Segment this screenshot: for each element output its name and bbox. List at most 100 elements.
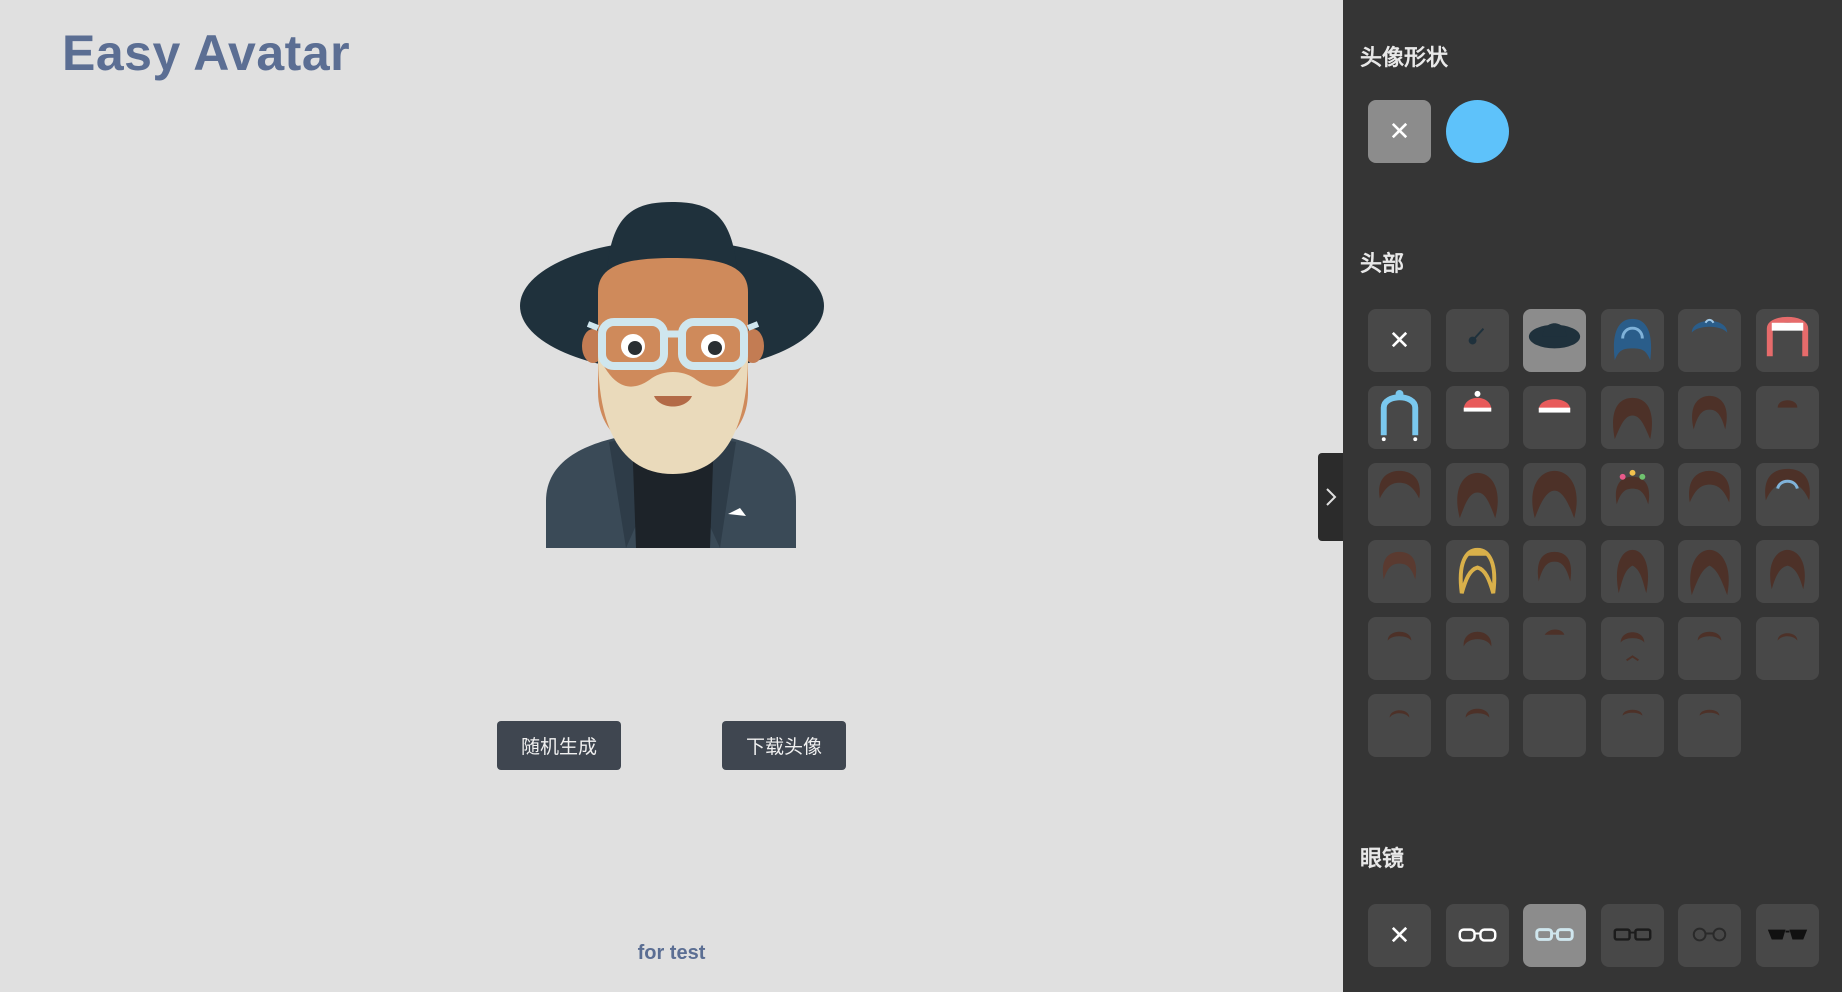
head-thumbnail [1692, 395, 1727, 430]
head-thumbnail [1613, 318, 1651, 361]
head-thumbnail [1699, 709, 1720, 716]
head-option-tile[interactable] [1445, 540, 1509, 603]
head-thumbnail [1777, 400, 1797, 408]
head-option-tile[interactable] [1523, 617, 1586, 680]
head-thumbnail [1766, 316, 1808, 357]
glasses-option-tile[interactable] [1445, 904, 1509, 967]
head-option-tile[interactable] [1600, 463, 1664, 526]
head-thumbnail [1465, 708, 1489, 718]
head-thumbnail [1456, 472, 1498, 519]
head-option-tile[interactable] [1445, 309, 1509, 372]
glasses-option-tile[interactable] [1678, 904, 1741, 967]
avatar-preview [514, 196, 832, 548]
head-option-tile[interactable] [1368, 386, 1431, 449]
shape-options: ✕ [1368, 100, 1509, 163]
head-option-tile[interactable] [1523, 309, 1586, 372]
glasses-option-tile[interactable] [1523, 904, 1586, 967]
head-option-tile[interactable] [1755, 309, 1819, 372]
head-option-tile[interactable] [1678, 694, 1741, 757]
head-option-tile[interactable] [1600, 617, 1664, 680]
close-icon: ✕ [1388, 325, 1411, 356]
head-thumbnail [1380, 389, 1419, 442]
head-option-tile[interactable] [1445, 617, 1509, 680]
sidebar-toggle-button[interactable] [1318, 453, 1344, 541]
head-thumbnail [1620, 632, 1644, 662]
head-option-tile[interactable] [1600, 386, 1664, 449]
head-option-tile[interactable] [1600, 540, 1664, 603]
glasses-thumbnail [1613, 928, 1651, 941]
app-title: Easy Avatar [62, 25, 351, 81]
head-thumbnail [1537, 551, 1572, 582]
head-thumbnail [1612, 397, 1652, 440]
head-options-grid: ✕ [1368, 309, 1819, 757]
head-thumbnail [1691, 318, 1728, 333]
head-option-tile[interactable] [1678, 617, 1741, 680]
head-thumbnail [1689, 470, 1730, 503]
head-thumbnail [1538, 399, 1571, 413]
shape-circle-option[interactable] [1445, 100, 1509, 163]
head-thumbnail [1468, 328, 1484, 345]
head-thumbnail [1544, 629, 1565, 635]
head-thumbnail [1387, 631, 1412, 641]
head-option-tile[interactable] [1368, 617, 1431, 680]
head-option-tile[interactable] [1445, 386, 1509, 449]
head-option-tile[interactable] [1678, 386, 1741, 449]
avatar-illustration [520, 202, 824, 548]
head-option-tile[interactable] [1523, 386, 1586, 449]
glasses-thumbnail [1535, 928, 1574, 941]
main-canvas: Easy Avatar 随机生成 下载头像 for test [0, 0, 1343, 992]
glasses-option-tile[interactable] [1755, 904, 1819, 967]
head-thumbnail [1458, 547, 1496, 594]
head-thumbnail [1764, 468, 1810, 501]
head-option-tile[interactable] [1755, 617, 1819, 680]
head-option-tile[interactable] [1678, 540, 1741, 603]
head-option-tile[interactable] [1523, 540, 1586, 603]
close-icon: ✕ [1388, 920, 1411, 951]
head-thumbnail [1616, 549, 1648, 594]
shape-none-option[interactable]: ✕ [1368, 100, 1431, 163]
glasses-options-grid: ✕ [1368, 904, 1819, 967]
head-thumbnail [1690, 549, 1729, 596]
download-avatar-button[interactable]: 下载头像 [722, 721, 846, 770]
shape-section-title: 头像形状 [1360, 46, 1449, 71]
head-thumbnail [1463, 390, 1491, 412]
head-option-tile[interactable] [1368, 540, 1431, 603]
head-thumbnail [1769, 549, 1805, 590]
chevron-right-icon [1326, 488, 1337, 506]
head-section-title: 头部 [1360, 252, 1405, 277]
head-option-tile[interactable] [1600, 694, 1664, 757]
glasses-thumbnail [1692, 927, 1727, 942]
head-option-tile[interactable]: ✕ [1368, 309, 1431, 372]
head-option-tile[interactable] [1600, 309, 1664, 372]
head-thumbnail [1389, 710, 1410, 718]
glasses-thumbnail [1458, 928, 1496, 942]
head-thumbnail [1615, 469, 1649, 505]
head-thumbnail [1532, 470, 1577, 519]
head-option-tile[interactable] [1523, 694, 1586, 757]
head-option-tile[interactable] [1678, 309, 1741, 372]
head-option-tile[interactable] [1678, 463, 1741, 526]
head-option-tile[interactable] [1755, 386, 1819, 449]
head-option-tile[interactable] [1445, 463, 1509, 526]
head-thumbnail [1697, 631, 1722, 641]
head-option-tile[interactable] [1523, 463, 1586, 526]
glasses-option-tile[interactable] [1600, 904, 1664, 967]
head-option-tile[interactable] [1755, 540, 1819, 603]
head-thumbnail [1379, 470, 1420, 499]
footer-text: for test [637, 942, 706, 964]
glasses-thumbnail [1767, 929, 1807, 940]
close-icon: ✕ [1388, 116, 1411, 147]
head-thumbnail [1523, 694, 1586, 757]
head-option-tile[interactable] [1368, 694, 1431, 757]
head-thumbnail [1528, 323, 1581, 349]
options-sidebar: 头像形状 ✕ 头部 ✕ 眼镜 ✕ [1343, 0, 1842, 992]
head-option-tile[interactable] [1368, 463, 1431, 526]
random-generate-button[interactable]: 随机生成 [497, 721, 621, 770]
head-option-tile[interactable] [1445, 694, 1509, 757]
head-thumbnail [1777, 633, 1797, 641]
head-option-tile[interactable] [1755, 463, 1819, 526]
head-thumbnail [1463, 631, 1491, 647]
glasses-option-tile[interactable]: ✕ [1368, 904, 1431, 967]
glasses-section-title: 眼镜 [1360, 847, 1405, 872]
head-thumbnail [1622, 709, 1642, 716]
